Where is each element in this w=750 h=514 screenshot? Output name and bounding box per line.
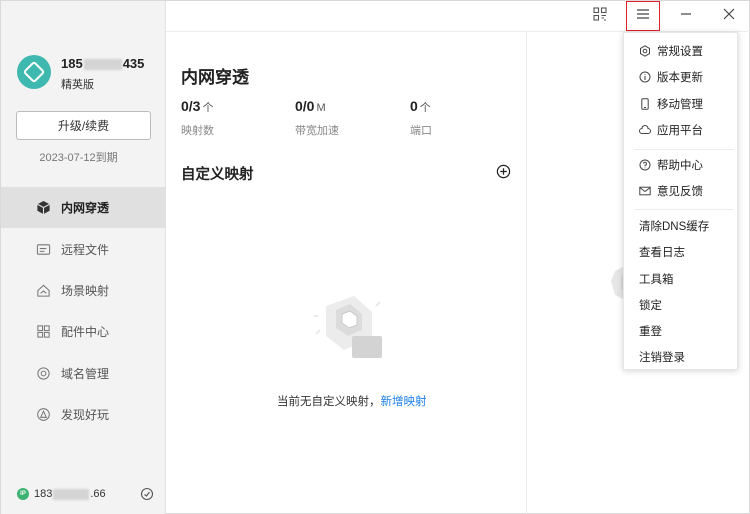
page-title: 内网穿透 xyxy=(181,68,249,87)
section-title: 自定义映射 xyxy=(181,167,254,183)
minimize-button[interactable] xyxy=(669,1,703,31)
sidebar-item-label: 场景映射 xyxy=(61,283,110,298)
menu-item-feedback[interactable]: 意见反馈 xyxy=(624,179,737,203)
menu-item-help[interactable]: 帮助中心 xyxy=(624,153,737,177)
cloud-icon xyxy=(639,124,651,136)
edition-label: 精英版 xyxy=(61,79,94,91)
sidebar-item-intranet[interactable]: 内网穿透 xyxy=(1,187,166,229)
help-icon xyxy=(639,159,651,171)
masked-text xyxy=(53,488,90,500)
sidebar-item-scene-mapping[interactable]: 场景映射 xyxy=(1,270,166,311)
sidebar-item-discover[interactable]: 发现好玩 xyxy=(1,394,166,435)
menu-separator xyxy=(634,149,734,150)
menu-separator xyxy=(634,209,734,210)
minimize-icon xyxy=(680,7,692,25)
stat-bandwidth: 0/0 M 带宽加速 xyxy=(295,98,339,137)
phone-icon xyxy=(639,98,651,110)
info-icon xyxy=(639,71,651,83)
menu-item-lock[interactable]: 锁定 xyxy=(624,293,737,317)
masked-text xyxy=(83,59,122,71)
menu-item-toolbox[interactable]: 工具箱 xyxy=(624,267,737,291)
globe-icon xyxy=(35,365,51,381)
main-menu-dropdown: 常规设置 版本更新 移动管理 应用平台 帮助中心 意见反馈 清除DNS缓存 查看… xyxy=(623,32,738,370)
sidebar: 185435 精英版 升级/续费 2023-07-12到期 内网穿透 远程文件 xyxy=(1,1,166,514)
menu-item-view-log[interactable]: 查看日志 xyxy=(624,240,737,264)
stat-ports: 0个 端口 xyxy=(410,98,432,137)
panel-divider xyxy=(526,32,527,514)
menu-item-update[interactable]: 版本更新 xyxy=(624,65,737,89)
sidebar-nav: 内网穿透 远程文件 场景映射 配件中心 域名管理 发现好玩 xyxy=(1,187,166,435)
main-menu-button[interactable] xyxy=(626,1,660,31)
menu-item-mobile[interactable]: 移动管理 xyxy=(624,92,737,116)
sidebar-item-domains[interactable]: 域名管理 xyxy=(1,353,166,394)
empty-state-illustration xyxy=(312,294,384,360)
sidebar-item-label: 域名管理 xyxy=(61,366,110,381)
menu-item-clear-dns[interactable]: 清除DNS缓存 xyxy=(624,214,737,238)
mail-icon xyxy=(639,185,651,197)
close-icon xyxy=(723,7,735,25)
cube-icon xyxy=(35,200,51,216)
sidebar-item-label: 远程文件 xyxy=(61,242,110,257)
gear-icon xyxy=(639,45,651,57)
plus-circle-icon xyxy=(496,164,511,183)
sidebar-item-accessories[interactable]: 配件中心 xyxy=(1,311,166,352)
sidebar-item-label: 内网穿透 xyxy=(61,201,110,216)
sidebar-item-label: 配件中心 xyxy=(61,325,110,340)
avatar[interactable] xyxy=(17,55,51,89)
sidebar-item-remote-files[interactable]: 远程文件 xyxy=(1,228,166,269)
grid-icon xyxy=(35,324,51,340)
upgrade-button[interactable]: 升级/续费 xyxy=(16,111,151,140)
folder-icon xyxy=(35,241,51,257)
add-mapping-button[interactable] xyxy=(496,164,511,179)
username: 185 435 xyxy=(61,56,145,71)
house-icon xyxy=(35,282,51,298)
menu-item-settings[interactable]: 常规设置 xyxy=(624,39,737,63)
sidebar-item-label: 发现好玩 xyxy=(61,408,110,423)
menu-item-logout[interactable]: 注销登录 xyxy=(624,345,737,369)
menu-item-platform[interactable]: 应用平台 xyxy=(624,118,737,142)
ip-badge: IP xyxy=(17,488,29,500)
hamburger-icon xyxy=(636,7,650,25)
ip-display: IP 183.66 xyxy=(17,488,106,500)
network-check-icon[interactable] xyxy=(140,487,154,501)
compass-icon xyxy=(35,407,51,423)
expire-date: 2023-07-12到期 xyxy=(39,152,118,164)
qr-code-button[interactable] xyxy=(583,1,617,31)
empty-state-text: 当前无自定义映射，新增映射 xyxy=(277,396,427,408)
menu-item-relogin[interactable]: 重登 xyxy=(624,319,737,343)
close-button[interactable] xyxy=(712,1,746,31)
qr-code-icon xyxy=(593,6,607,26)
stat-mappings: 0/3 个 映射数 xyxy=(181,98,214,137)
app-window: 185435 精英版 升级/续费 2023-07-12到期 内网穿透 远程文件 xyxy=(0,0,750,514)
add-mapping-link[interactable]: 新增映射 xyxy=(381,396,427,408)
